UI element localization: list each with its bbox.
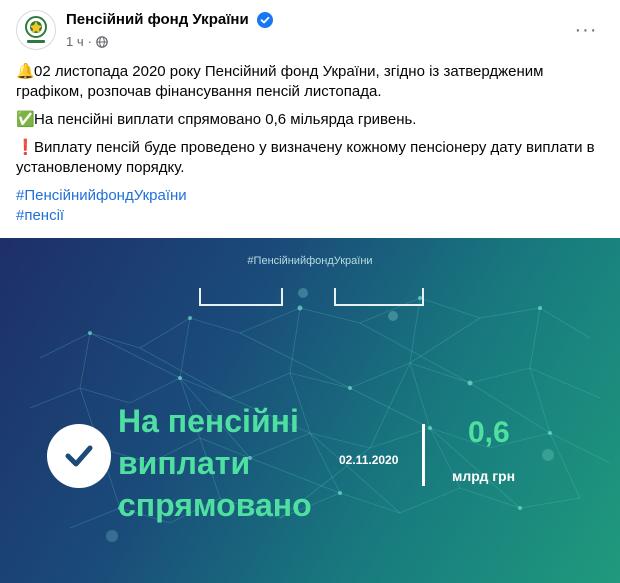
post-paragraph: 🔔02 листопада 2020 року Пенсійний фонд У… <box>16 62 606 102</box>
post-paragraph: ✅На пенсійні виплати спрямовано 0,6 міль… <box>16 110 606 130</box>
vertical-divider <box>422 424 425 486</box>
frame-bracket-left <box>199 288 283 306</box>
amount-unit: млрд грн <box>452 468 516 484</box>
paragraph-text: На пенсійні виплати спрямовано 0,6 мілья… <box>34 111 417 128</box>
frame-bracket-right <box>334 288 424 306</box>
post-timestamp[interactable]: 1 ч <box>66 34 84 49</box>
meta-separator: · <box>87 34 92 49</box>
pension-fund-logo-icon <box>25 16 47 43</box>
page-avatar[interactable] <box>16 10 56 50</box>
image-hashtag: #ПенсійнийфондУкраїни <box>247 255 373 267</box>
exclamation-icon: ❗ <box>16 139 35 156</box>
hashtag-link[interactable]: #пенсії <box>16 206 606 226</box>
paragraph-text: Виплату пенсій буде проведено у визначен… <box>16 139 595 176</box>
post-paragraph: ❗Виплату пенсій буде проведено у визначе… <box>16 138 606 178</box>
page-name-link[interactable]: Пенсійний фонд України <box>66 11 249 28</box>
more-options-button[interactable]: ··· <box>571 15 601 45</box>
check-mark-icon: ✅ <box>16 111 35 128</box>
headline-line: виплати <box>118 445 251 481</box>
amount-value: 0,6 <box>468 416 510 449</box>
image-date: 02.11.2020 <box>339 453 399 467</box>
globe-icon[interactable] <box>96 35 108 48</box>
bell-icon: 🔔 <box>16 63 35 80</box>
verified-badge-icon <box>257 12 273 28</box>
check-circle <box>47 424 111 488</box>
image-headline: На пенсійні виплати спрямовано <box>118 400 312 526</box>
post-image[interactable]: #ПенсійнийфондУкраїни На пенсійні виплат… <box>0 238 620 583</box>
post-header: Пенсійний фонд України 1 ч · ··· <box>0 0 620 60</box>
post-meta: 1 ч · <box>66 34 108 49</box>
hashtag-link[interactable]: #ПенсійнийфондУкраїни <box>16 186 606 206</box>
headline-line: На пенсійні <box>118 403 299 439</box>
check-icon <box>65 445 93 467</box>
post-text: 🔔02 листопада 2020 року Пенсійний фонд У… <box>16 62 606 226</box>
paragraph-text: 02 листопада 2020 року Пенсійний фонд Ук… <box>16 63 544 100</box>
headline-line: спрямовано <box>118 487 312 523</box>
facebook-post: Пенсійний фонд України 1 ч · ··· 🔔02 лис… <box>0 0 620 583</box>
